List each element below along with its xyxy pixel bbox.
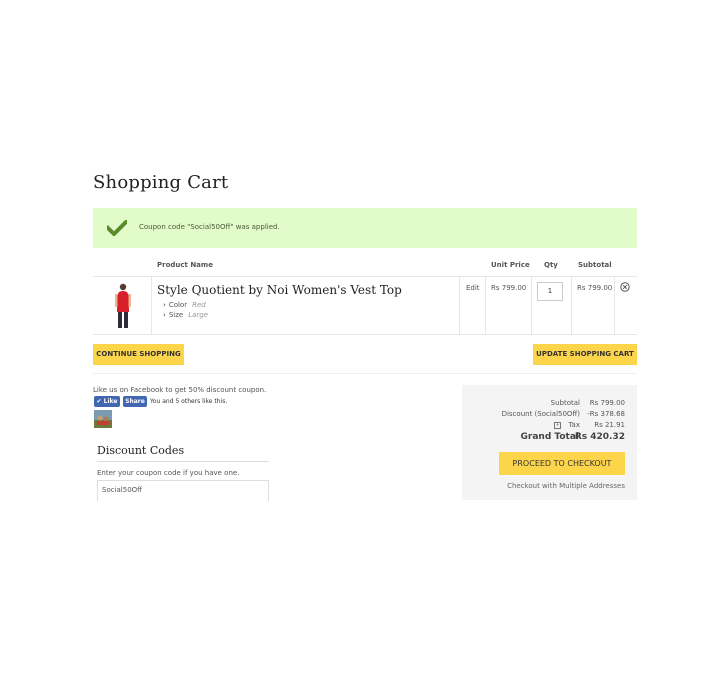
header-product-name: Product Name (157, 261, 213, 269)
tax-value: Rs 21.91 (594, 421, 625, 429)
column-divider (459, 277, 460, 334)
thumbs-up-icon: ✔ (96, 398, 102, 405)
table-divider (93, 334, 637, 335)
discount-divider (97, 461, 269, 462)
grand-total-label: Grand Total (520, 432, 579, 442)
column-divider (571, 277, 572, 334)
product-option-size: › Size Large (163, 311, 208, 319)
facebook-promo-text: Like us on Facebook to get 50% discount … (93, 386, 267, 394)
success-message-text: Coupon code "Social50Off" was applied. (139, 223, 280, 231)
discount-codes-title: Discount Codes (97, 444, 185, 457)
discount-value: -Rs 378.68 (587, 410, 625, 418)
quantity-input[interactable]: 1 (537, 282, 563, 301)
success-message: Coupon code "Social50Off" was applied. (93, 208, 637, 248)
edit-link[interactable]: Edit (466, 284, 480, 292)
facebook-like-button[interactable]: ✔ Like (94, 396, 120, 407)
subtotal-value: Rs 799.00 (589, 399, 625, 407)
totals-box: Subtotal Rs 799.00 Discount (Social50Off… (462, 385, 637, 500)
tax-expand-icon[interactable]: + (554, 422, 561, 429)
multiple-addresses-link[interactable]: Checkout with Multiple Addresses (507, 482, 625, 490)
like-label: Like (103, 398, 118, 405)
tax-label: Tax (568, 421, 580, 429)
facebook-share-button[interactable]: Share (123, 396, 147, 407)
column-divider (531, 277, 532, 334)
facebook-like-count: You and 5 others like this. (150, 398, 228, 405)
product-image[interactable] (109, 282, 137, 330)
header-unit-price: Unit Price (491, 261, 530, 269)
row-subtotal: Rs 799.00 (577, 284, 613, 292)
product-name-link[interactable]: Style Quotient by Noi Women's Vest Top (157, 283, 402, 297)
unit-price: Rs 799.00 (491, 284, 527, 292)
discount-label: Discount (Social50Off) (501, 410, 580, 418)
update-cart-button[interactable]: UPDATE SHOPPING CART (533, 344, 637, 365)
chevron-right-icon: › (163, 311, 166, 319)
header-subtotal: Subtotal (578, 261, 612, 269)
grand-total-value: Rs 420.32 (574, 432, 625, 442)
remove-item-icon[interactable] (620, 282, 630, 292)
coupon-label: Enter your coupon code if you have one. (97, 469, 240, 477)
continue-shopping-button[interactable]: CONTINUE SHOPPING (93, 344, 184, 365)
option-value: Red (192, 301, 206, 309)
column-divider (151, 277, 152, 334)
proceed-to-checkout-button[interactable]: PROCEED TO CHECKOUT (499, 452, 625, 475)
checkmark-icon (107, 220, 127, 236)
subtotal-label: Subtotal (550, 399, 580, 407)
header-qty: Qty (544, 261, 558, 269)
page-title: Shopping Cart (93, 172, 229, 193)
coupon-code-input[interactable]: Social50Off (97, 480, 269, 501)
option-value: Large (188, 311, 209, 319)
product-option-color: › Color Red (163, 301, 206, 309)
section-divider (93, 373, 637, 374)
option-label: Size (168, 311, 184, 319)
column-divider (485, 277, 486, 334)
facebook-avatar[interactable] (94, 410, 112, 428)
option-label: Color (168, 301, 188, 309)
chevron-right-icon: › (163, 301, 166, 309)
table-divider (93, 276, 637, 277)
column-divider (614, 277, 615, 334)
